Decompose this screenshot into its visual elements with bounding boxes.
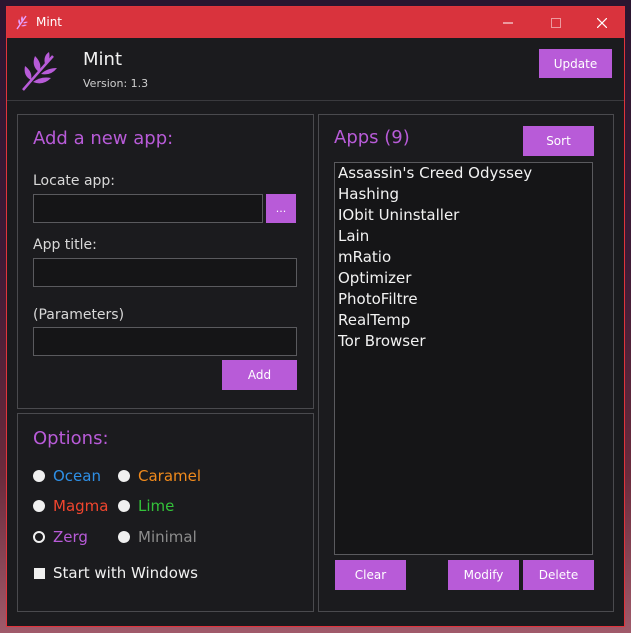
radio-lime[interactable]: [118, 500, 130, 512]
list-item[interactable]: IObit Uninstaller: [338, 206, 459, 224]
list-item[interactable]: Lain: [338, 227, 369, 245]
minimize-icon: [502, 22, 513, 23]
option-ocean-label[interactable]: Ocean: [53, 467, 101, 485]
browse-button[interactable]: ...: [266, 194, 296, 223]
locate-app-label: Locate app:: [33, 173, 116, 189]
radio-caramel[interactable]: [118, 470, 130, 482]
option-caramel-label[interactable]: Caramel: [138, 467, 201, 485]
option-minimal-label[interactable]: Minimal: [138, 528, 197, 546]
add-button[interactable]: Add: [222, 360, 297, 390]
maximize-icon: [550, 17, 561, 28]
list-item[interactable]: Tor Browser: [338, 332, 426, 350]
list-item[interactable]: Optimizer: [338, 269, 411, 287]
radio-magma[interactable]: [33, 500, 45, 512]
parameters-input[interactable]: [33, 327, 297, 356]
update-button[interactable]: Update: [539, 49, 612, 78]
option-zerg-label[interactable]: Zerg: [53, 528, 88, 546]
clear-button[interactable]: Clear: [335, 560, 406, 590]
options-panel: Options: Ocean Caramel Magma Lime Zerg M…: [17, 413, 314, 612]
radio-minimal[interactable]: [118, 531, 130, 543]
list-item[interactable]: mRatio: [338, 248, 391, 266]
locate-app-input[interactable]: [33, 194, 263, 223]
radio-ocean[interactable]: [33, 470, 45, 482]
start-with-windows-label[interactable]: Start with Windows: [53, 564, 198, 582]
close-button[interactable]: [579, 7, 624, 38]
apps-title: Apps (9): [334, 127, 410, 148]
close-icon: [596, 17, 607, 28]
option-magma-label[interactable]: Magma: [53, 497, 108, 515]
list-item[interactable]: Hashing: [338, 185, 399, 203]
options-title: Options:: [33, 428, 109, 449]
leaf-icon: [16, 15, 28, 30]
add-app-panel: Add a new app: Locate app: ... App title…: [17, 114, 314, 409]
delete-button[interactable]: Delete: [523, 560, 594, 590]
list-item[interactable]: Assassin's Creed Odyssey: [338, 164, 532, 182]
window-title: Mint: [36, 15, 62, 29]
maximize-button[interactable]: [533, 7, 578, 38]
leaf-logo-icon: [22, 52, 57, 91]
app-version: Version: 1.3: [83, 77, 149, 90]
option-lime-label[interactable]: Lime: [138, 497, 174, 515]
app-title-label: App title:: [33, 237, 97, 253]
app-name: Mint: [83, 49, 122, 70]
list-item[interactable]: PhotoFiltre: [338, 290, 418, 308]
modify-button[interactable]: Modify: [448, 560, 519, 590]
start-with-windows-checkbox[interactable]: [34, 568, 45, 579]
sort-button[interactable]: Sort: [523, 126, 594, 156]
header: Mint Version: 1.3 Update: [7, 38, 624, 101]
radio-zerg[interactable]: [33, 531, 45, 543]
title-bar[interactable]: Mint: [7, 7, 624, 38]
parameters-label: (Parameters): [33, 307, 125, 323]
list-item[interactable]: RealTemp: [338, 311, 410, 329]
minimize-button[interactable]: [485, 7, 530, 38]
apps-list[interactable]: Assassin's Creed Odyssey Hashing IObit U…: [334, 162, 593, 555]
app-title-input[interactable]: [33, 258, 297, 287]
add-app-title: Add a new app:: [33, 128, 174, 149]
app-window: Mint Mint Version: 1.3 Update Add a new …: [6, 6, 625, 627]
